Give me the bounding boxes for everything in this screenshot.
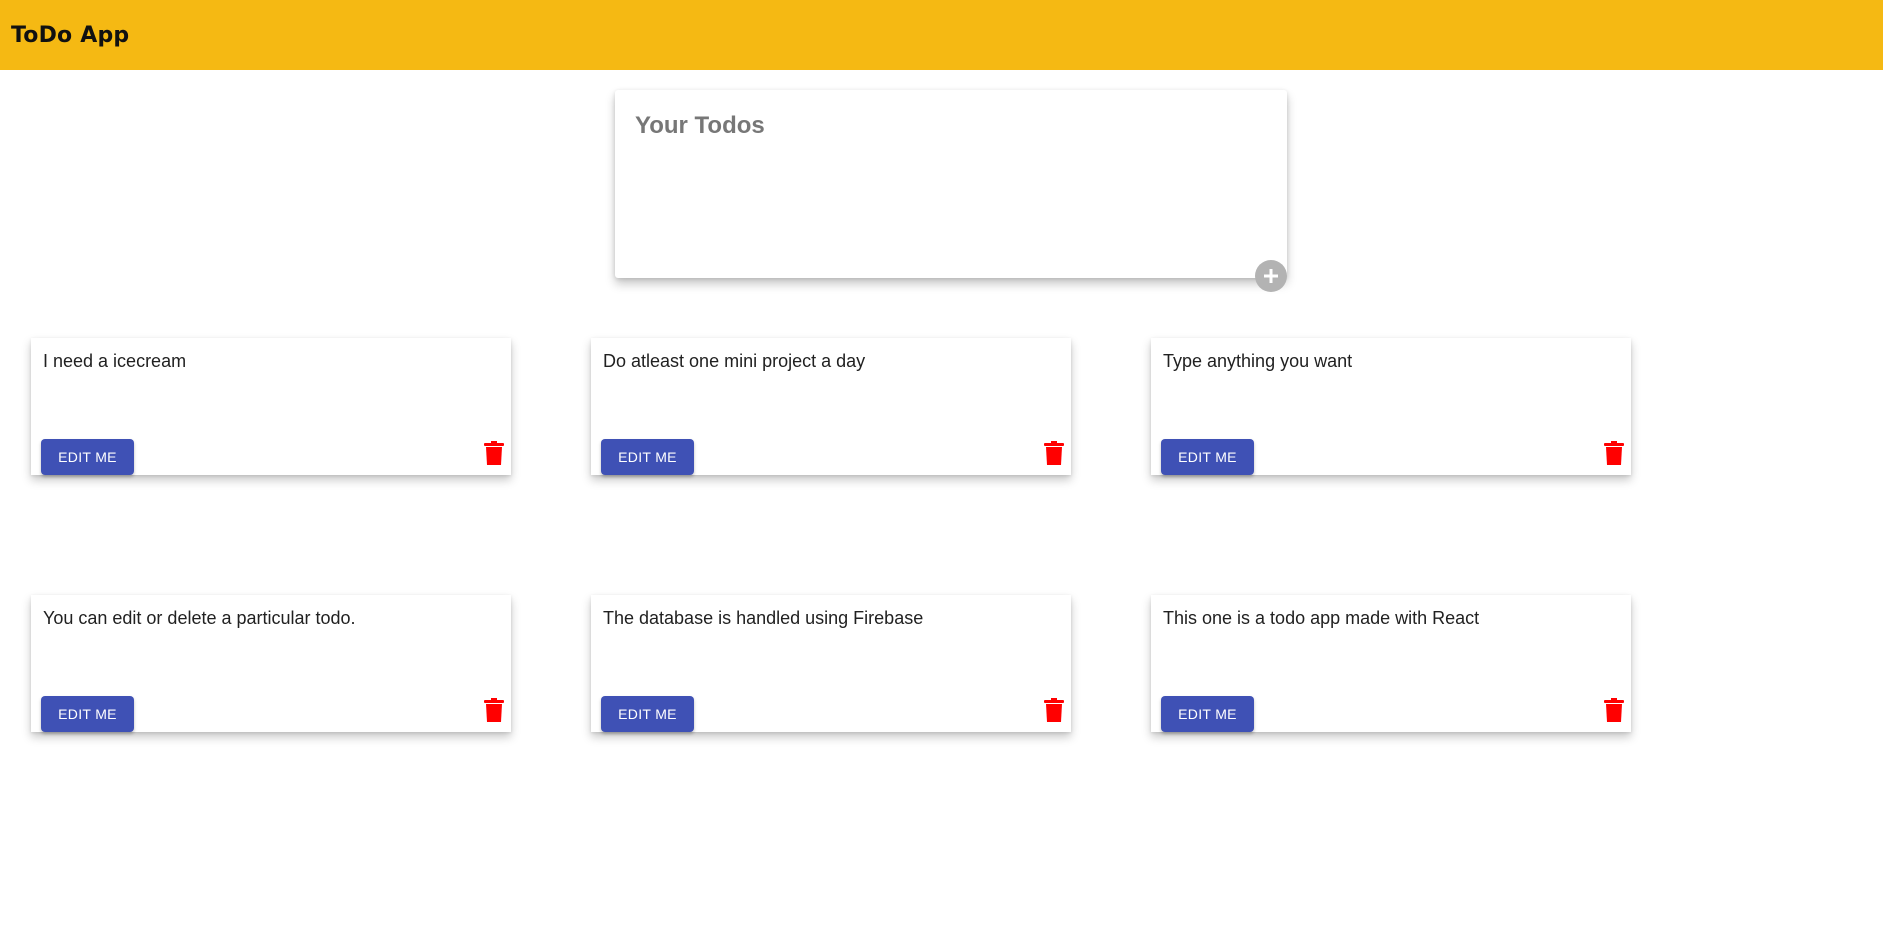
delete-button[interactable] xyxy=(484,439,508,467)
add-todo-button[interactable] xyxy=(1255,260,1287,292)
todo-text: Type anything you want xyxy=(1163,351,1353,371)
edit-button[interactable]: EDIT ME xyxy=(601,439,694,475)
todo-card: I need a icecream EDIT ME xyxy=(31,338,511,475)
todo-text: The database is handled using Firebase xyxy=(603,608,924,628)
todo-card: This one is a todo app made with React E… xyxy=(1151,595,1631,732)
todo-card: The database is handled using Firebase E… xyxy=(591,595,1071,732)
todo-card: Do atleast one mini project a day EDIT M… xyxy=(591,338,1071,475)
todo-text: This one is a todo app made with React xyxy=(1163,608,1480,628)
delete-button[interactable] xyxy=(1044,696,1068,724)
delete-button[interactable] xyxy=(1044,439,1068,467)
trash-icon xyxy=(484,698,508,722)
plus-icon xyxy=(1261,266,1281,286)
delete-button[interactable] xyxy=(1604,696,1628,724)
trash-icon xyxy=(1604,441,1628,465)
app-title: ToDo App xyxy=(11,22,130,48)
trash-icon xyxy=(1044,698,1068,722)
edit-button[interactable]: EDIT ME xyxy=(41,696,134,732)
trash-icon xyxy=(1044,441,1068,465)
edit-button[interactable]: EDIT ME xyxy=(1161,696,1254,732)
trash-icon xyxy=(484,441,508,465)
todo-composer xyxy=(615,90,1287,278)
todo-card: You can edit or delete a particular todo… xyxy=(31,595,511,732)
edit-button[interactable]: EDIT ME xyxy=(601,696,694,732)
todo-text: Do atleast one mini project a day xyxy=(603,351,866,371)
delete-button[interactable] xyxy=(484,696,508,724)
todo-card: Type anything you want EDIT ME xyxy=(1151,338,1631,475)
todo-text: I need a icecream xyxy=(43,351,187,371)
edit-button[interactable]: EDIT ME xyxy=(41,439,134,475)
todo-text: You can edit or delete a particular todo… xyxy=(43,608,356,628)
trash-icon xyxy=(1604,698,1628,722)
todo-input[interactable] xyxy=(635,112,1255,252)
app-header: ToDo App xyxy=(0,0,1883,70)
delete-button[interactable] xyxy=(1604,439,1628,467)
edit-button[interactable]: EDIT ME xyxy=(1161,439,1254,475)
